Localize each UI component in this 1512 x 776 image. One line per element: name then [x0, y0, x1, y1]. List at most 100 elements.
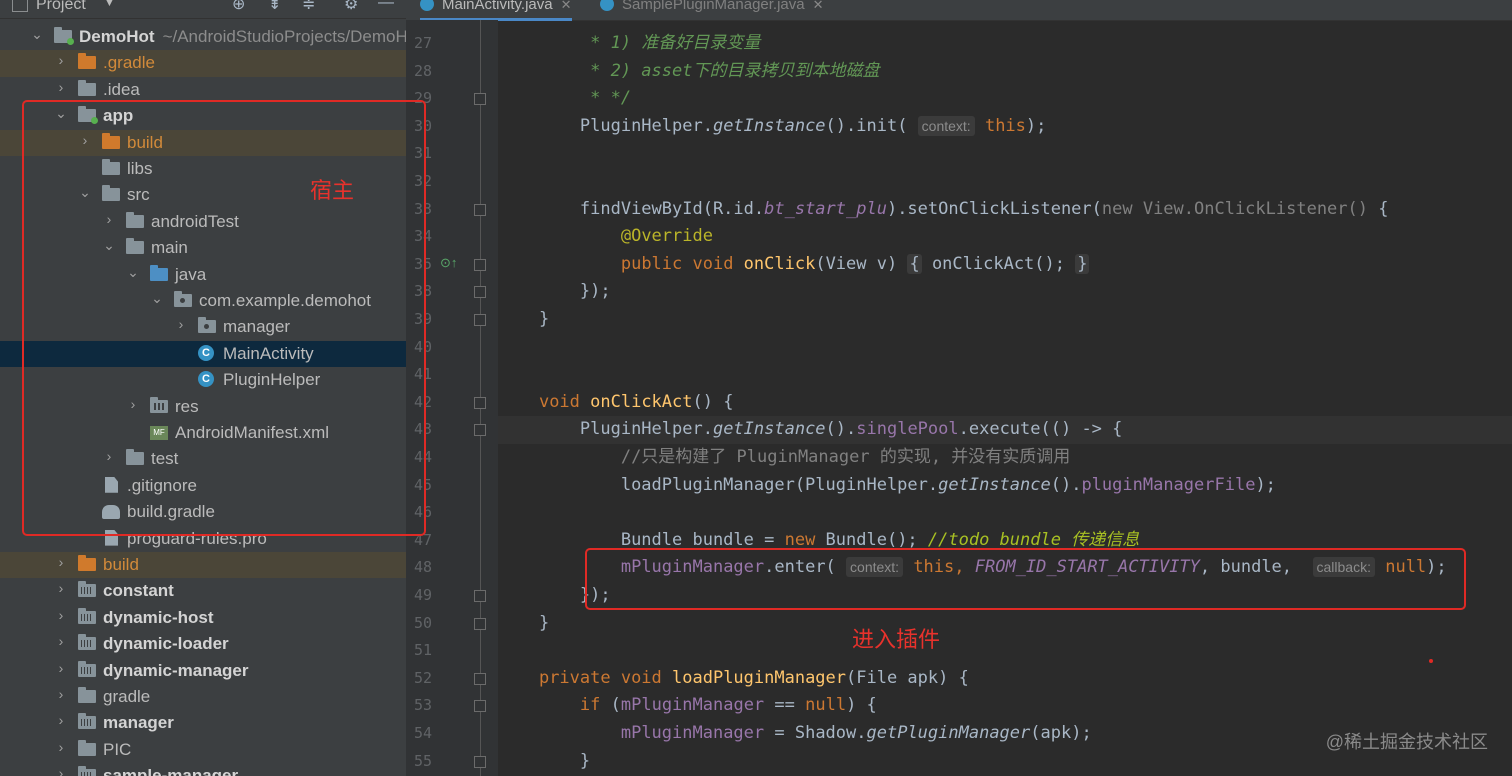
code-token: {	[1378, 198, 1389, 219]
code-line[interactable]: //只是构建了 PluginManager 的实现, 并没有实质调用	[498, 444, 1512, 472]
tree-item-name: PIC	[103, 739, 132, 759]
tree-item-build[interactable]: › build	[0, 552, 406, 579]
code-line[interactable]: if (mPluginManager == null) {	[498, 692, 1512, 720]
fold-marker-icon[interactable]	[474, 672, 486, 685]
chevron-down-icon[interactable]: ▼	[104, 0, 115, 9]
code-line[interactable]: * 1) 准备好目录变量	[498, 30, 1512, 58]
fold-marker-icon[interactable]	[474, 755, 486, 768]
fold-marker-icon[interactable]	[474, 700, 486, 713]
code-line[interactable]: PluginHelper.getInstance().singlePool.ex…	[498, 416, 1512, 444]
code-line[interactable]	[498, 140, 1512, 168]
code-line[interactable]: }	[498, 610, 1512, 638]
code-line[interactable]	[498, 499, 1512, 527]
code-token: }	[1075, 253, 1090, 274]
chevron-right-icon[interactable]: ›	[54, 765, 68, 776]
code-token: }	[538, 750, 591, 771]
line-number: 55	[413, 751, 432, 770]
chevron-right-icon[interactable]: ›	[54, 79, 68, 99]
line-number: 52	[413, 668, 432, 687]
chevron-right-icon[interactable]: ›	[54, 554, 68, 574]
tree-item-dynamic-manager[interactable]: › dynamic-manager	[0, 658, 406, 684]
code-line[interactable]: loadPluginManager(PluginHelper.getInstan…	[498, 472, 1512, 500]
code-editor[interactable]: * 1) 准备好目录变量 * 2) asset下的目录拷贝到本地磁盘 * */ …	[498, 20, 1512, 776]
chevron-right-icon[interactable]: ›	[54, 633, 68, 653]
fold-marker-icon[interactable]	[474, 93, 486, 106]
code-token: mPluginManager	[620, 723, 765, 743]
override-method-icon[interactable]: ⊙↑	[440, 255, 457, 271]
project-view-selector[interactable]: Project	[36, 0, 86, 14]
expand-icon[interactable]: ≑	[302, 0, 315, 14]
code-line[interactable]: void onClickAct() {	[498, 389, 1512, 417]
code-line[interactable]	[498, 637, 1512, 665]
tree-item-pic[interactable]: › PIC	[0, 737, 406, 763]
close-icon[interactable]: ✕	[561, 0, 572, 12]
code-token: private void	[538, 667, 673, 688]
tree-item-name: manager	[103, 713, 174, 733]
code-token: Bundle();	[825, 529, 928, 550]
tree-item-demohot[interactable]: ⌄ DemoHot ~/AndroidStudioProjects/DemoHot	[0, 24, 406, 50]
gear-icon[interactable]: ⚙	[344, 0, 358, 14]
code-line[interactable]	[498, 334, 1512, 362]
chevron-down-icon[interactable]: ⌄	[30, 26, 44, 46]
code-token: }	[538, 612, 550, 633]
chevron-right-icon[interactable]: ›	[54, 52, 68, 72]
code-token: getInstance	[712, 419, 826, 440]
tab-sample-plugin-manager[interactable]: SamplePluginManager.java ✕	[600, 0, 824, 18]
code-line[interactable]: });	[498, 278, 1512, 306]
tree-item-sample-manager[interactable]: › sample-manager	[0, 763, 406, 776]
tree-item-name: sample-manager	[103, 766, 239, 776]
tree-item-gradle[interactable]: › .gradle	[0, 50, 406, 77]
target-icon[interactable]: ⊕	[232, 0, 245, 14]
code-line[interactable]: @Override	[498, 223, 1512, 251]
chevron-right-icon[interactable]: ›	[54, 712, 68, 732]
chevron-right-icon[interactable]: ›	[54, 686, 68, 706]
fold-marker-icon[interactable]	[474, 258, 486, 271]
tree-item-label: dynamic-host	[103, 608, 214, 628]
code-line[interactable]: PluginHelper.getInstance().init( context…	[498, 113, 1512, 141]
chevron-right-icon[interactable]: ›	[54, 607, 68, 627]
fold-marker-icon[interactable]	[474, 286, 486, 299]
tree-item-manager[interactable]: › manager	[0, 710, 406, 736]
fold-marker-icon[interactable]	[474, 424, 486, 437]
code-line[interactable]: * 2) asset下的目录拷贝到本地磁盘	[498, 58, 1512, 86]
fold-marker-icon[interactable]	[474, 617, 486, 630]
watermark: @稀土掘金技术社区	[1325, 732, 1488, 752]
tree-item-dynamic-host[interactable]: › dynamic-host	[0, 605, 406, 631]
code-line[interactable]: findViewById(R.id.bt_start_plu).setOnCli…	[498, 196, 1512, 224]
minimize-icon[interactable]: —	[378, 0, 394, 12]
tree-item-name: dynamic-loader	[103, 634, 229, 654]
code-line[interactable]: public void onClick(View v) { onClickAct…	[498, 251, 1512, 279]
tree-item-name: .idea	[103, 79, 140, 99]
line-number: 53	[413, 696, 432, 715]
tab-main-activity[interactable]: MainActivity.java ✕	[420, 0, 572, 21]
class-icon	[600, 0, 614, 11]
tree-item-dynamic-loader[interactable]: › dynamic-loader	[0, 631, 406, 657]
code-line[interactable]	[498, 361, 1512, 389]
close-icon[interactable]: ✕	[813, 0, 824, 12]
chevron-right-icon[interactable]: ›	[54, 660, 68, 680]
fold-marker-icon[interactable]	[474, 590, 486, 602]
fold-marker-icon[interactable]	[474, 314, 486, 326]
tab-label: SamplePluginManager.java	[622, 0, 805, 13]
code-token: new View.OnClickListener()	[1101, 198, 1379, 219]
fold-marker-icon[interactable]	[474, 396, 486, 409]
line-number: 28	[413, 61, 432, 80]
tree-item-label: build	[103, 555, 139, 575]
code-line[interactable]: }	[498, 306, 1512, 334]
fold-marker-icon[interactable]	[474, 203, 486, 216]
code-line[interactable]	[498, 168, 1512, 196]
chevron-right-icon[interactable]: ›	[54, 739, 68, 759]
tree-item-constant[interactable]: › constant	[0, 578, 406, 604]
tree-item-label: .gradle	[103, 53, 155, 73]
code-token: bt_start_plu	[764, 198, 887, 219]
chevron-right-icon[interactable]: ›	[54, 580, 68, 600]
code-line[interactable]: private void loadPluginManager(File apk)…	[498, 665, 1512, 693]
code-line[interactable]: * */	[498, 85, 1512, 113]
tree-item-gradle[interactable]: › gradle	[0, 684, 406, 710]
collapse-all-icon[interactable]: ⇟	[268, 0, 281, 14]
